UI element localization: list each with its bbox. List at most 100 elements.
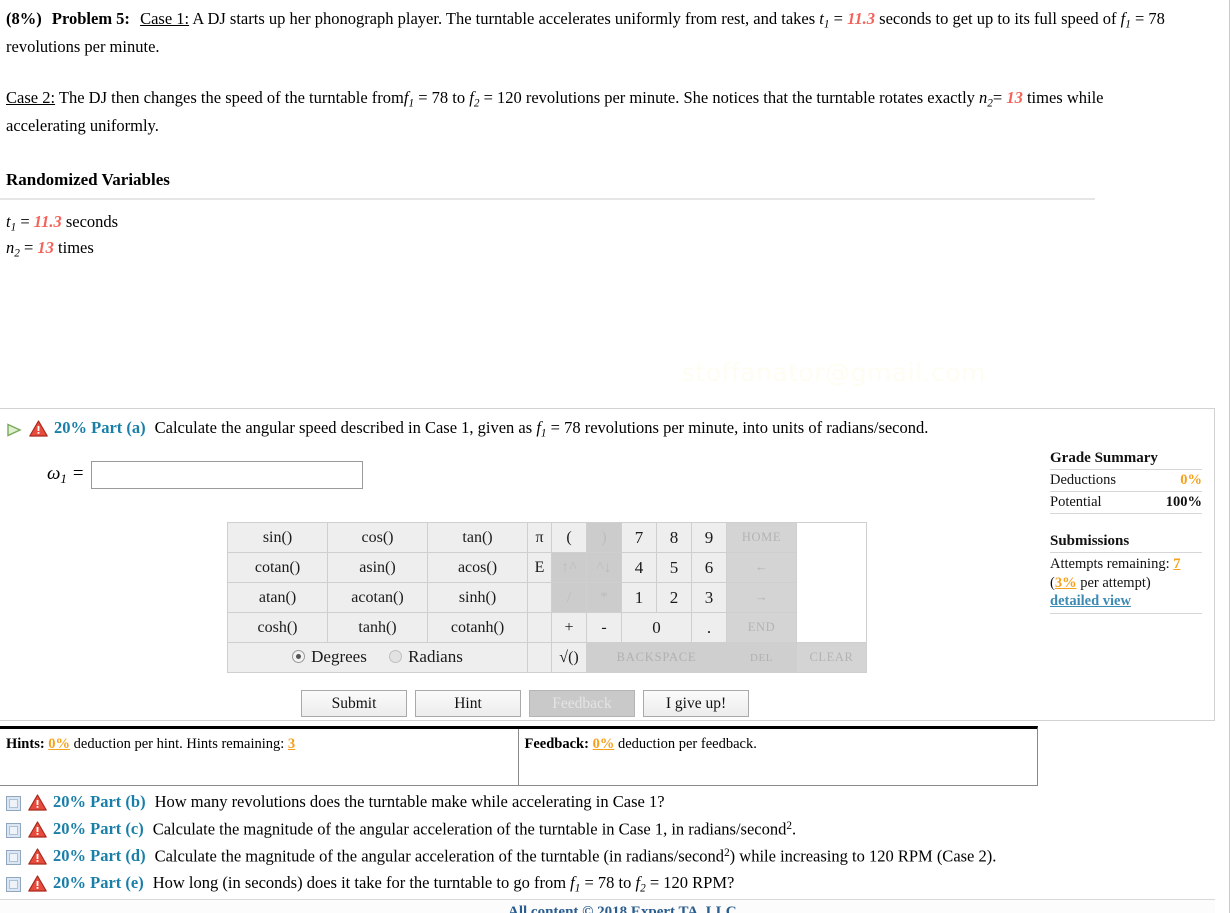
calculator-keypad[interactable]: sin() cos() tan() π ( ) 7 8 9 HOME cotan… [227,522,867,673]
calc-key-sinh[interactable]: sinh() [427,582,528,613]
calc-key-7[interactable]: 7 [621,522,657,553]
calc-key-e[interactable]: E [527,552,552,583]
part-c-text: Calculate the magnitude of the angular a… [153,819,796,840]
calc-key-acotan[interactable]: acotan() [327,582,428,613]
part-row-e[interactable]: 20% Part (e) How long (in seconds) does … [0,870,1215,899]
feedback-cell: Feedback: 0% deduction per feedback. [519,729,1038,785]
warning-icon [28,821,47,838]
calc-key-cotanh[interactable]: cotanh() [427,612,528,643]
case1-text-b: seconds to get up to its full speed of [879,9,1117,28]
part-row-d[interactable]: 20% Part (d) Calculate the magnitude of … [0,843,1215,870]
detailed-view-link[interactable]: detailed view [1050,593,1131,610]
case1-text-a: A DJ starts up her phonograph player. Th… [192,9,816,28]
calc-key-decimal[interactable]: . [691,612,727,643]
hints-cell: Hints: 0% deduction per hint. Hints rema… [0,729,519,785]
calc-key-6[interactable]: 6 [691,552,727,583]
part-a-var-f-sub: 1 [540,427,547,440]
calc-row-2: cotan() asin() acos() E ↑^ ^↓ 4 5 6 ← [227,552,867,583]
part-d-text-main: Calculate the magnitude of the angular a… [154,846,725,865]
action-button-row: Submit Hint Feedback I give up! [301,690,749,717]
angle-mode-group[interactable]: Degrees Radians [227,642,528,673]
hint-button[interactable]: Hint [415,690,521,717]
case2-f2-val: = 120 revolutions per minute. She notice… [483,88,876,108]
calc-row-3: atan() acotan() sinh() / * 1 2 3 → [227,582,867,613]
calc-row-4: cosh() tanh() cotanh() + - 0 . END [227,612,867,643]
part-e-f1-sub: 1 [574,882,581,895]
rv-symbol-n: n [6,237,15,257]
calc-key-del[interactable]: DEL [726,642,797,673]
calc-key-acos[interactable]: acos() [427,552,528,583]
part-c-text-main: Calculate the magnitude of the angular a… [152,819,787,838]
angle-mode-radians[interactable]: Radians [389,647,463,667]
rv-eq-t: = [20,211,30,231]
play-triangle-icon[interactable] [6,422,22,437]
radians-label: Radians [408,646,463,666]
calc-key-cosh[interactable]: cosh() [227,612,328,643]
calc-key-3[interactable]: 3 [691,582,727,613]
part-a-text-2: = 78 revolutions per minute, into units … [550,418,929,437]
calc-key-cos[interactable]: cos() [327,522,428,553]
answer-symbol: ω [47,462,61,484]
part-d-expand-checkbox[interactable] [6,849,21,865]
calc-key-tanh[interactable]: tanh() [327,612,428,643]
calc-key-1[interactable]: 1 [621,582,657,613]
feedback-text: deduction per feedback. [617,736,757,752]
part-row-b[interactable]: 20% Part (b) How many revolutions does t… [0,789,1215,816]
feedback-deduction-pct: 0% [592,736,615,752]
degrees-label: Degrees [311,646,367,666]
part-a-answer-row: ω1 = [47,461,1214,490]
calc-key-arrow-right[interactable]: → [726,582,797,613]
part-c-percent-label: 20% Part (c) [53,818,144,838]
submit-button[interactable]: Submit [301,690,407,717]
calc-key-backspace[interactable]: BACKSPACE [586,642,727,673]
part-e-expand-checkbox[interactable] [6,876,21,892]
attempts-value: 7 [1173,556,1181,572]
part-b-expand-checkbox[interactable] [6,796,21,811]
randomized-row-t: t1 = 11.3 seconds [6,210,1229,236]
per-attempt-value: 3% [1054,575,1077,592]
calc-key-sqrt[interactable]: √() [551,642,587,673]
footer-clipped-text: All content © 2018 Expert TA, LLC [508,904,737,913]
calc-key-close-paren: ) [586,522,622,553]
calc-key-5[interactable]: 5 [656,552,692,583]
calc-key-clear[interactable]: CLEAR [796,642,867,673]
randomized-variables-title: Randomized Variables [6,169,170,189]
calc-key-4[interactable]: 4 [621,552,657,583]
calc-key-0[interactable]: 0 [621,612,692,643]
calc-key-pi[interactable]: π [527,522,552,553]
calc-key-home[interactable]: HOME [726,522,797,553]
assignment-page: (8%) Problem 5: Case 1: A DJ starts up h… [0,0,1230,913]
part-row-c[interactable]: 20% Part (c) Calculate the magnitude of … [0,816,1215,843]
degrees-radio-icon[interactable] [292,650,306,664]
angle-mode-degrees[interactable]: Degrees [292,647,367,667]
give-up-button[interactable]: I give up! [643,690,749,717]
rv-unit-n: times [58,237,94,257]
calc-key-tan[interactable]: tan() [427,522,528,553]
calc-key-cotan[interactable]: cotan() [227,552,328,583]
calc-key-multiply: * [586,582,622,613]
problem-label: Problem 5: [51,9,130,28]
calc-key-asin[interactable]: asin() [327,552,428,583]
calc-key-9[interactable]: 9 [691,522,727,553]
page-footer-strip: All content © 2018 Expert TA, LLC [0,899,1215,913]
part-a-question-text: Calculate the angular speed described in… [155,418,929,441]
calc-key-blank-2 [527,612,552,643]
case1-label: Case 1: [140,9,190,28]
rv-unit-t: seconds [65,211,119,231]
hints-label: Hints: [6,736,45,752]
radians-radio-icon[interactable] [389,650,403,664]
calc-key-arrow-left[interactable]: ← [726,552,797,583]
calc-key-sin[interactable]: sin() [227,522,328,553]
calc-key-atan[interactable]: atan() [227,582,328,613]
calc-key-2[interactable]: 2 [656,582,692,613]
part-a-header: 20% Part (a) Calculate the angular speed… [0,409,1214,441]
calc-key-plus[interactable]: + [551,612,587,643]
calc-key-open-paren[interactable]: ( [551,522,587,553]
calc-key-minus[interactable]: - [586,612,622,643]
calc-row-5: Degrees Radians √() BACKSPACE DEL CLEAR [227,642,867,673]
case1-t-value: 11.3 [847,9,876,28]
calc-key-8[interactable]: 8 [656,522,692,553]
answer-input[interactable] [91,461,364,490]
calc-key-end[interactable]: END [726,612,797,643]
part-c-expand-checkbox[interactable] [6,822,21,838]
